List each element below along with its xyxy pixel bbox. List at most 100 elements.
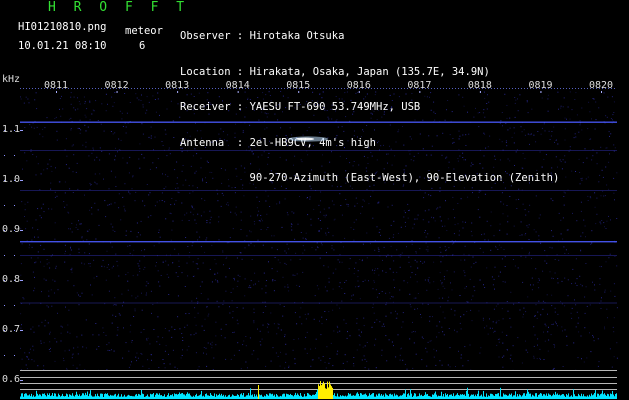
top-scale-dot: [32, 88, 33, 89]
y-tick-label: 0.7: [2, 324, 21, 335]
top-scale-dot: [26, 88, 27, 89]
y-tick-mark: [20, 380, 23, 381]
y-tick-mark: [20, 180, 23, 181]
top-scale-dot: [443, 88, 444, 89]
top-scale-dot: [278, 88, 279, 89]
x-tick-mark: [601, 91, 602, 93]
top-scale-dot: [203, 88, 204, 89]
reference-line: [20, 383, 617, 384]
y-tick-label: 1.1: [2, 124, 21, 135]
top-scale-dot: [581, 88, 582, 89]
top-scale-dot: [497, 88, 498, 89]
top-scale-dot: [140, 88, 141, 89]
x-tick-label: 0818: [467, 80, 492, 91]
x-tick-mark: [237, 91, 239, 93]
carrier-line: [20, 241, 617, 243]
top-scale-dot: [446, 88, 447, 89]
top-scale-dot: [557, 88, 558, 89]
top-scale-dot: [29, 88, 30, 89]
top-scale-dot: [374, 88, 375, 89]
top-scale-dot: [449, 88, 450, 89]
top-scale-dot: [95, 88, 96, 89]
top-scale-dot: [209, 88, 210, 89]
y-tick-label: 1.0: [2, 174, 21, 185]
top-scale-dot: [509, 88, 510, 89]
top-scale-dot: [503, 88, 504, 89]
x-tick-mark: [479, 91, 481, 93]
x-tick-mark: [358, 91, 360, 93]
top-scale-dot: [23, 88, 24, 89]
carrier-line: [20, 121, 617, 123]
y-tick-label: 0.9: [2, 224, 21, 235]
top-scale-dot: [512, 88, 513, 89]
x-tick-label: 0814: [225, 80, 250, 91]
top-scale-dot: [377, 88, 378, 89]
top-scale-dot: [86, 88, 87, 89]
top-scale-dot: [464, 88, 465, 89]
top-scale-dot: [404, 88, 405, 89]
top-scale-dot: [317, 88, 318, 89]
x-tick-label: 0811: [44, 80, 69, 91]
top-scale-dot: [311, 88, 312, 89]
x-tick-mark: [177, 91, 179, 93]
top-scale-dot: [440, 88, 441, 89]
top-scale-dot: [524, 88, 525, 89]
x-tick-mark: [298, 91, 300, 93]
top-scale-dot: [338, 88, 339, 89]
top-scale-dot: [560, 88, 561, 89]
top-scale-dot: [272, 88, 273, 89]
top-scale-dot: [155, 88, 156, 89]
top-scale-dot: [149, 88, 150, 89]
top-scale-dot: [260, 88, 261, 89]
top-scale-dot: [578, 88, 579, 89]
y-axis-unit: kHz: [2, 74, 21, 85]
top-scale-dot: [137, 88, 138, 89]
top-scale-dot: [455, 88, 456, 89]
x-tick-label: 0820: [589, 80, 614, 91]
y-minor-dot: [14, 155, 15, 156]
faint-trace: [20, 190, 617, 191]
top-scale-dot: [74, 88, 75, 89]
top-scale-dot: [206, 88, 207, 89]
top-scale-dot: [269, 88, 270, 89]
top-scale-dot: [41, 88, 42, 89]
reference-line: [20, 370, 617, 371]
top-scale-dot: [98, 88, 99, 89]
y-minor-dot: [14, 205, 15, 206]
top-scale-dot: [80, 88, 81, 89]
top-scale-dot: [569, 88, 570, 89]
top-scale-dot: [68, 88, 69, 89]
top-scale-dot: [314, 88, 315, 89]
top-scale-dot: [323, 88, 324, 89]
top-scale-dot: [383, 88, 384, 89]
meteor-echo-core: [296, 137, 315, 141]
top-scale-dot: [131, 88, 132, 89]
top-scale-dot: [143, 88, 144, 89]
y-minor-dot: [4, 355, 5, 356]
top-scale-dot: [71, 88, 72, 89]
x-tick-label: 0815: [286, 80, 311, 91]
top-scale-dot: [77, 88, 78, 89]
x-tick-label: 0816: [346, 80, 371, 91]
top-scale-dot: [152, 88, 153, 89]
y-tick-mark: [20, 130, 23, 131]
top-scale-dot: [83, 88, 84, 89]
top-scale-dot: [371, 88, 372, 89]
top-scale-dot: [575, 88, 576, 89]
noise-field: [20, 91, 618, 371]
top-scale-dot: [146, 88, 147, 89]
top-scale-dot: [587, 88, 588, 89]
y-minor-dot: [14, 255, 15, 256]
y-tick-mark: [20, 330, 23, 331]
x-tick-mark: [419, 91, 421, 93]
top-scale-dot: [506, 88, 507, 89]
x-tick-label: 0819: [528, 80, 553, 91]
top-scale-dot: [257, 88, 258, 89]
top-scale-dot: [614, 88, 615, 89]
y-minor-dot: [4, 305, 5, 306]
faint-trace: [20, 150, 617, 151]
top-scale-dot: [101, 88, 102, 89]
top-scale-dot: [275, 88, 276, 89]
top-scale-dot: [158, 88, 159, 89]
top-scale-dot: [458, 88, 459, 89]
